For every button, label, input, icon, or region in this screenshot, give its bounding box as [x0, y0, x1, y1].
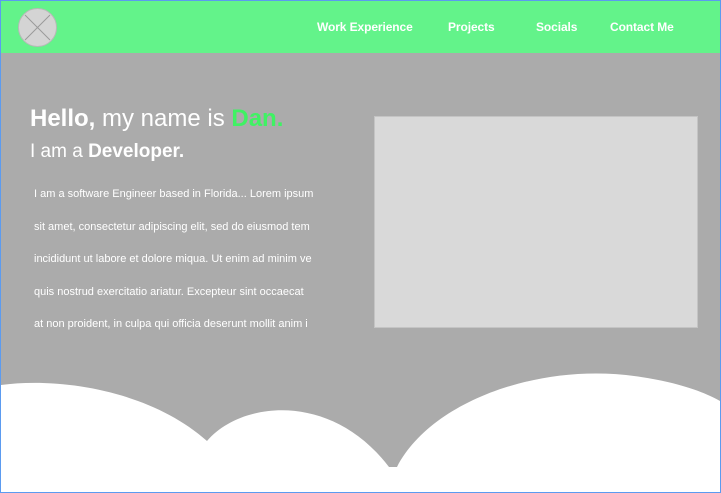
cloud-decoration — [1, 373, 720, 492]
role-prefix: I am a — [30, 141, 89, 162]
role-text: Developer. — [88, 141, 185, 162]
bio-line: at non proident, in culpa qui officia de… — [34, 318, 308, 330]
bio-line: incididunt ut labore et dolore miqua. Ut… — [34, 253, 312, 265]
page-frame: Work Experience Projects Socials Contact… — [0, 0, 721, 493]
bio-line: I am a software Engineer based in Florid… — [34, 188, 314, 200]
bio-line: sit amet, consectetur adipiscing elit, s… — [34, 220, 310, 233]
greeting-text: Hello, — [30, 105, 96, 132]
hero-image-placeholder — [374, 116, 698, 328]
bio-paragraph: I am a software Engineer based in Florid… — [34, 184, 357, 334]
intro-text: my name is — [95, 105, 232, 132]
nav-link-contact-me[interactable]: Contact Me — [610, 20, 674, 34]
nav-link-work-experience[interactable]: Work Experience — [317, 20, 413, 34]
nav-link-projects[interactable]: Projects — [448, 20, 495, 34]
hero-name: Dan. — [231, 105, 284, 132]
hero-greeting: Hello, my name is Dan. — [30, 105, 283, 133]
navbar: Work Experience Projects Socials Contact… — [1, 1, 720, 53]
logo-placeholder-icon[interactable] — [18, 8, 57, 47]
hero-role: I am a Developer. — [30, 141, 184, 163]
nav-link-socials[interactable]: Socials — [536, 20, 577, 34]
bio-line: quis nostrud exercitatio ariatur. Except… — [34, 285, 304, 298]
